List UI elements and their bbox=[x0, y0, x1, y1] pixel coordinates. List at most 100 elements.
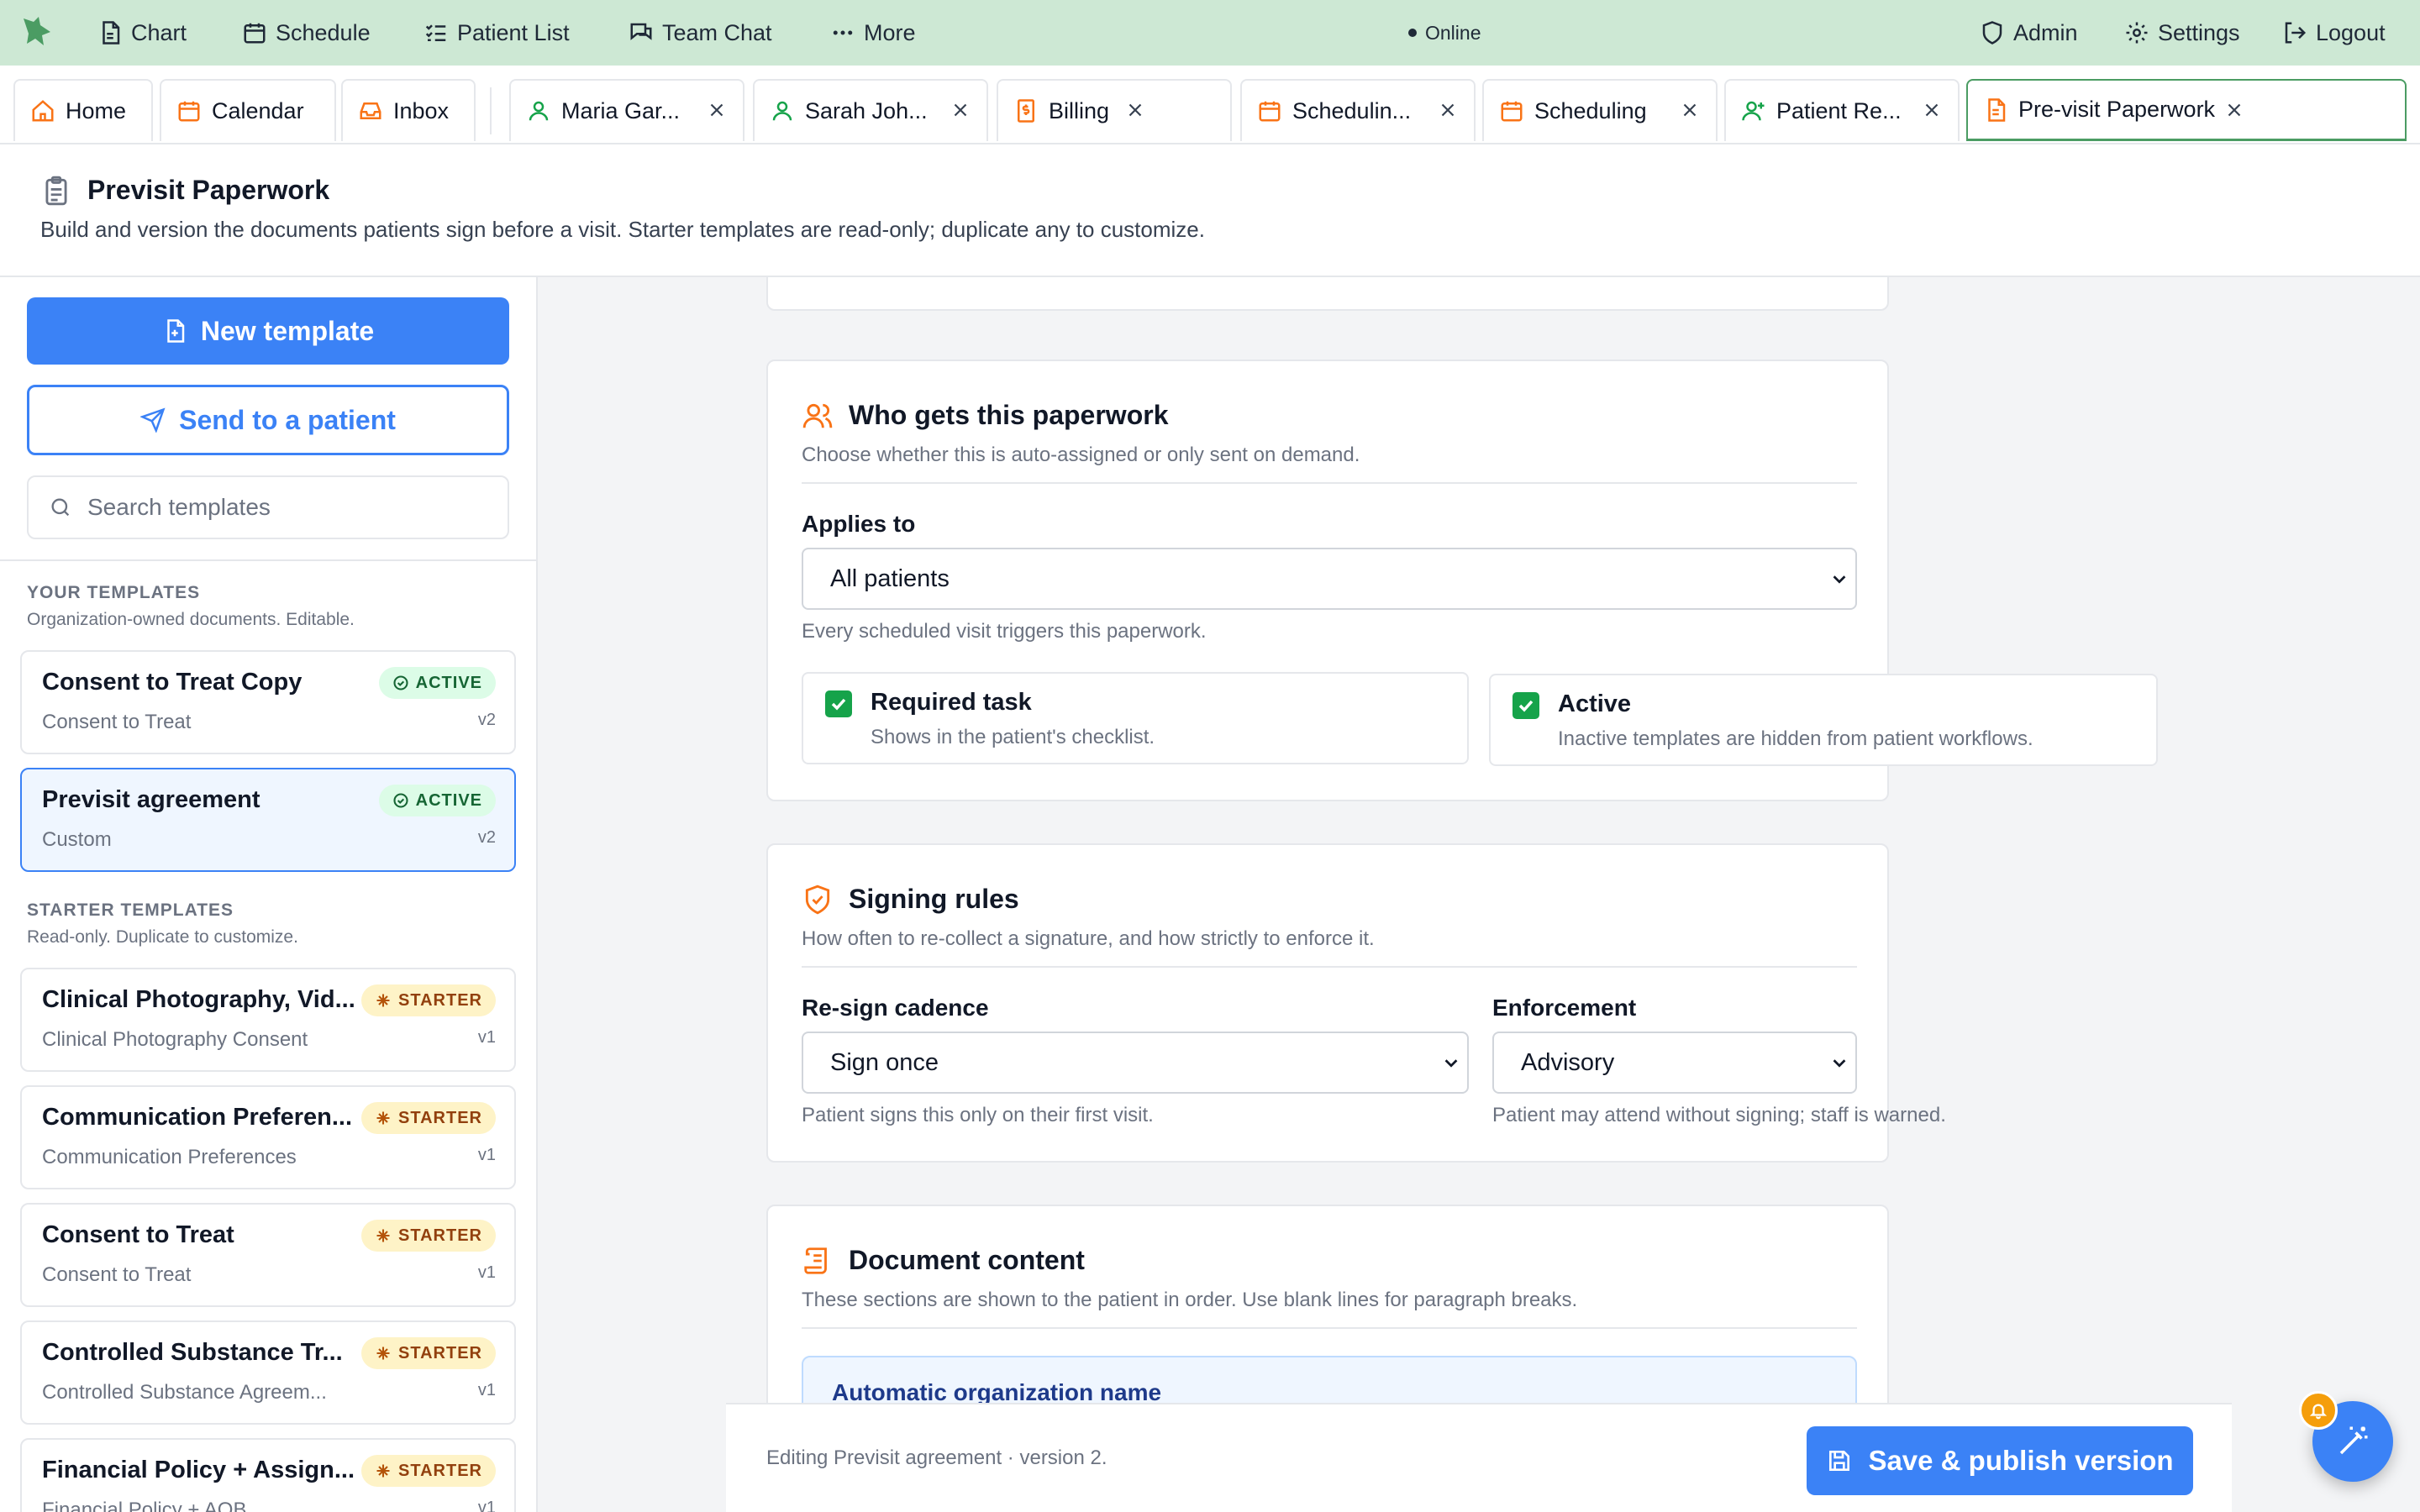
status-dot bbox=[1408, 29, 1417, 37]
template-subtitle: Financial Policy + AOB bbox=[42, 1499, 247, 1512]
tab-patient-maria[interactable]: Maria Gar... bbox=[509, 79, 744, 141]
gear-icon bbox=[2124, 20, 2149, 45]
required-task-checkbox[interactable] bbox=[825, 690, 852, 717]
nav-admin[interactable]: Admin bbox=[1980, 0, 2078, 66]
required-task-option[interactable]: Required task Shows in the patient's che… bbox=[802, 672, 1469, 764]
template-version: v1 bbox=[477, 1028, 496, 1047]
section-divider bbox=[802, 966, 1857, 968]
bell-icon bbox=[2309, 1401, 2328, 1420]
close-icon[interactable] bbox=[1921, 99, 1943, 121]
user-icon bbox=[526, 98, 551, 123]
tab-separator bbox=[490, 87, 492, 134]
user-plus-icon bbox=[1741, 98, 1766, 123]
template-card-selected[interactable]: Previsit agreement ACTIVE Custom v2 bbox=[20, 768, 516, 872]
billing-icon bbox=[1013, 98, 1039, 123]
status-badge: ACTIVE bbox=[378, 785, 496, 816]
save-publish-button[interactable]: Save & publish version bbox=[1807, 1426, 2193, 1495]
close-icon[interactable] bbox=[706, 99, 728, 121]
editor-footer: Editing Previsit agreement · version 2. … bbox=[726, 1403, 2232, 1512]
sparkle-icon bbox=[375, 1345, 392, 1362]
applies-to-select[interactable]: All patients bbox=[802, 548, 1857, 610]
tab-pre-visit-paperwork[interactable]: Pre-visit Paperwork bbox=[1966, 79, 2407, 141]
users-icon bbox=[802, 400, 834, 432]
starter-template-card[interactable]: Controlled Substance Tr... STARTER Contr… bbox=[20, 1320, 516, 1425]
calendar-icon bbox=[1257, 98, 1282, 123]
notification-bell[interactable] bbox=[2299, 1391, 2338, 1430]
nav-chart[interactable]: Chart bbox=[97, 0, 187, 66]
template-version: v1 bbox=[477, 1381, 496, 1399]
nav-team-chat[interactable]: Team Chat bbox=[629, 0, 772, 66]
starter-template-card[interactable]: Communication Preferen... STARTER Commun… bbox=[20, 1085, 516, 1189]
list-check-icon bbox=[424, 20, 449, 45]
nav-logout[interactable]: Logout bbox=[2282, 0, 2386, 66]
app-logo[interactable] bbox=[18, 13, 55, 50]
starter-template-card[interactable]: Consent to Treat STARTER Consent to Trea… bbox=[20, 1203, 516, 1307]
send-icon bbox=[140, 407, 166, 433]
signing-rules-panel: Signing rules How often to re-collect a … bbox=[766, 843, 1946, 1163]
starter-badge: STARTER bbox=[361, 1455, 496, 1487]
template-subtitle: Consent to Treat bbox=[42, 711, 192, 733]
new-template-button[interactable]: New template bbox=[27, 297, 509, 365]
template-version: v1 bbox=[477, 1499, 496, 1512]
tab-scheduling-1[interactable]: Schedulin... bbox=[1240, 79, 1476, 141]
tab-patient-registration[interactable]: Patient Re... bbox=[1724, 79, 1960, 141]
your-templates-heading: YOUR TEMPLATES bbox=[27, 583, 201, 602]
template-title: Consent to Treat Copy bbox=[42, 669, 302, 696]
close-icon[interactable] bbox=[1437, 99, 1459, 121]
enforcement-select[interactable]: Advisory bbox=[1492, 1032, 1857, 1094]
starter-template-card[interactable]: Clinical Photography, Vid... STARTER Cli… bbox=[20, 968, 516, 1072]
tab-billing[interactable]: Billing bbox=[997, 79, 1232, 141]
page-header: Previsit Paperwork Build and version the… bbox=[0, 144, 2420, 277]
nav-patient-list[interactable]: Patient List bbox=[424, 0, 570, 66]
active-checkbox[interactable] bbox=[1512, 692, 1539, 719]
close-icon[interactable] bbox=[2223, 99, 2245, 121]
check-circle-icon bbox=[392, 675, 409, 691]
section-divider bbox=[802, 482, 1857, 484]
template-card[interactable]: Consent to Treat Copy ACTIVE Consent to … bbox=[20, 650, 516, 754]
clipboard-icon bbox=[40, 175, 72, 207]
template-title: Clinical Photography, Vid... bbox=[42, 986, 355, 1013]
nav-schedule[interactable]: Schedule bbox=[242, 0, 371, 66]
template-subtitle: Controlled Substance Agreem... bbox=[42, 1381, 327, 1404]
tab-scheduling-2[interactable]: Scheduling bbox=[1482, 79, 1718, 141]
template-version: v1 bbox=[477, 1263, 496, 1282]
tab-home[interactable]: Home bbox=[13, 79, 153, 141]
status-badge: ACTIVE bbox=[378, 667, 496, 699]
template-version: v2 bbox=[477, 711, 496, 729]
resign-cadence-label: Re-sign cadence bbox=[802, 995, 989, 1021]
enforcement-label: Enforcement bbox=[1492, 995, 1637, 1021]
template-version: v2 bbox=[477, 828, 496, 847]
home-icon bbox=[30, 98, 55, 123]
starter-templates-subtitle: Read-only. Duplicate to customize. bbox=[27, 927, 298, 947]
search-input[interactable] bbox=[87, 494, 487, 521]
nav-settings[interactable]: Settings bbox=[2124, 0, 2240, 66]
template-title: Financial Policy + Assign... bbox=[42, 1457, 355, 1483]
template-subtitle: Communication Preferences bbox=[42, 1146, 297, 1168]
send-to-patient-button[interactable]: Send to a patient bbox=[27, 385, 509, 455]
close-icon[interactable] bbox=[1124, 99, 1146, 121]
tab-patient-sarah[interactable]: Sarah Joh... bbox=[753, 79, 988, 141]
connection-status: Online bbox=[1408, 0, 1481, 66]
template-title: Communication Preferen... bbox=[42, 1104, 353, 1131]
tab-calendar[interactable]: Calendar bbox=[160, 79, 336, 141]
previous-panel bbox=[766, 277, 1889, 311]
tab-inbox[interactable]: Inbox bbox=[341, 79, 476, 141]
sparkle-icon bbox=[375, 992, 392, 1009]
active-option-card[interactable]: Active Inactive templates are hidden fro… bbox=[1489, 674, 2158, 766]
starter-badge: STARTER bbox=[361, 984, 496, 1016]
starter-template-card[interactable]: Financial Policy + Assign... STARTER Fin… bbox=[20, 1438, 516, 1512]
chat-icon bbox=[629, 20, 654, 45]
magic-wand-icon bbox=[2335, 1424, 2370, 1459]
sidebar-divider bbox=[0, 559, 536, 561]
close-icon[interactable] bbox=[950, 99, 971, 121]
applies-to-label: Applies to bbox=[802, 511, 916, 537]
close-icon[interactable] bbox=[1679, 99, 1701, 121]
section-divider bbox=[802, 1327, 1857, 1329]
resign-cadence-select[interactable]: Sign once bbox=[802, 1032, 1469, 1094]
template-subtitle: Custom bbox=[42, 828, 112, 851]
template-version: v1 bbox=[477, 1146, 496, 1164]
active-label: Active bbox=[1558, 690, 1632, 717]
nav-more[interactable]: More bbox=[830, 0, 916, 66]
starter-templates-heading: STARTER TEMPLATES bbox=[27, 900, 234, 920]
more-dots-icon bbox=[830, 20, 855, 45]
